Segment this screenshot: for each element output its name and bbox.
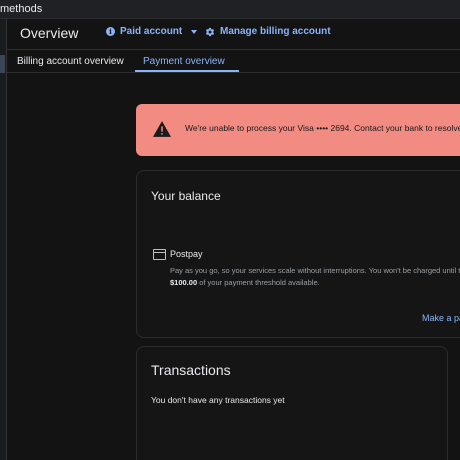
page-title: Overview (20, 25, 79, 41)
balance-card: Your balance Postpay Pay as you go, so y… (136, 170, 460, 338)
transactions-card: Transactions You don't have any transact… (136, 346, 448, 460)
gear-icon (205, 27, 215, 36)
paid-account-label: Paid account (120, 26, 183, 37)
plan-description: Pay as you go, so your services scale wi… (170, 265, 460, 289)
balance-title: Your balance (151, 189, 221, 203)
billing-page: methods Overview i Paid account Manage b… (0, 0, 460, 460)
transactions-empty-text: You don't have any transactions yet (151, 395, 285, 405)
nav-active-marker[interactable] (0, 55, 5, 73)
credit-card-icon (153, 249, 166, 260)
tab-billing-account-overview[interactable]: Billing account overview (17, 56, 124, 67)
plan-description-line1: Pay as you go, so your services scale wi… (170, 266, 460, 275)
plan-description-line2: of your payment threshold available. (197, 278, 320, 287)
paid-account-dropdown[interactable]: i Paid account (106, 26, 198, 37)
make-payment-link[interactable]: Make a pa (422, 313, 460, 323)
manage-billing-button[interactable]: Manage billing account (205, 26, 331, 37)
alert-message: We're unable to process your Visa •••• 2… (185, 123, 460, 133)
top-crumb-bar: methods (0, 0, 460, 19)
manage-billing-label: Manage billing account (220, 26, 331, 37)
left-nav-rail (0, 19, 7, 460)
crumb-text: methods (0, 3, 43, 15)
warning-icon (153, 121, 171, 137)
plan-label: Postpay (170, 249, 203, 259)
payment-error-alert: We're unable to process your Visa •••• 2… (136, 104, 460, 156)
tab-bar: Billing account overview Payment overvie… (7, 49, 460, 73)
info-icon: i (106, 27, 115, 36)
active-tab-indicator (135, 70, 239, 72)
threshold-amount: $100.00 (170, 278, 198, 287)
chevron-down-icon (191, 29, 198, 34)
tab-payment-overview[interactable]: Payment overview (143, 56, 225, 67)
transactions-title: Transactions (151, 362, 231, 378)
page-header: Overview i Paid account Manage billing a… (7, 19, 460, 48)
